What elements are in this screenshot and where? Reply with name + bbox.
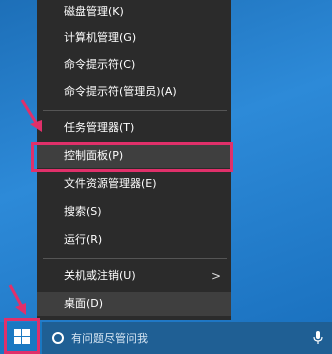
annotation-arrow-icon [8, 284, 26, 315]
microphone-icon[interactable] [313, 331, 323, 345]
menu-item-disk-management[interactable]: 磁盘管理(K) [37, 0, 231, 24]
menu-item-run[interactable]: 运行(R) [37, 228, 231, 252]
menu-item-task-manager[interactable]: 任务管理器(T) [37, 116, 231, 140]
menu-item-shutdown-signout[interactable]: 关机或注销(U) > [37, 264, 231, 288]
menu-item-search[interactable]: 搜索(S) [37, 200, 231, 224]
menu-separator [43, 258, 227, 259]
menu-item-file-explorer[interactable]: 文件资源管理器(E) [37, 172, 231, 196]
menu-item-command-prompt[interactable]: 命令提示符(C) [37, 53, 231, 77]
menu-item-desktop[interactable]: 桌面(D) [37, 292, 231, 316]
chevron-right-icon: > [210, 269, 221, 283]
menu-separator [43, 110, 227, 111]
windows-logo-icon [14, 329, 30, 344]
search-placeholder: 有问题尽管问我 [71, 332, 148, 345]
annotation-arrow-icon [20, 99, 42, 132]
cortana-circle-icon [52, 332, 64, 344]
menu-item-computer-management[interactable]: 计算机管理(G) [37, 26, 231, 50]
taskbar: 有问题尽管问我 [0, 322, 332, 354]
annotation-highlight-box [31, 142, 233, 172]
shutdown-label: 关机或注销(U) [64, 269, 136, 282]
cortana-search-box[interactable]: 有问题尽管问我 [42, 322, 332, 354]
start-button[interactable] [4, 318, 40, 354]
menu-item-command-prompt-admin[interactable]: 命令提示符(管理员)(A) [37, 80, 231, 104]
